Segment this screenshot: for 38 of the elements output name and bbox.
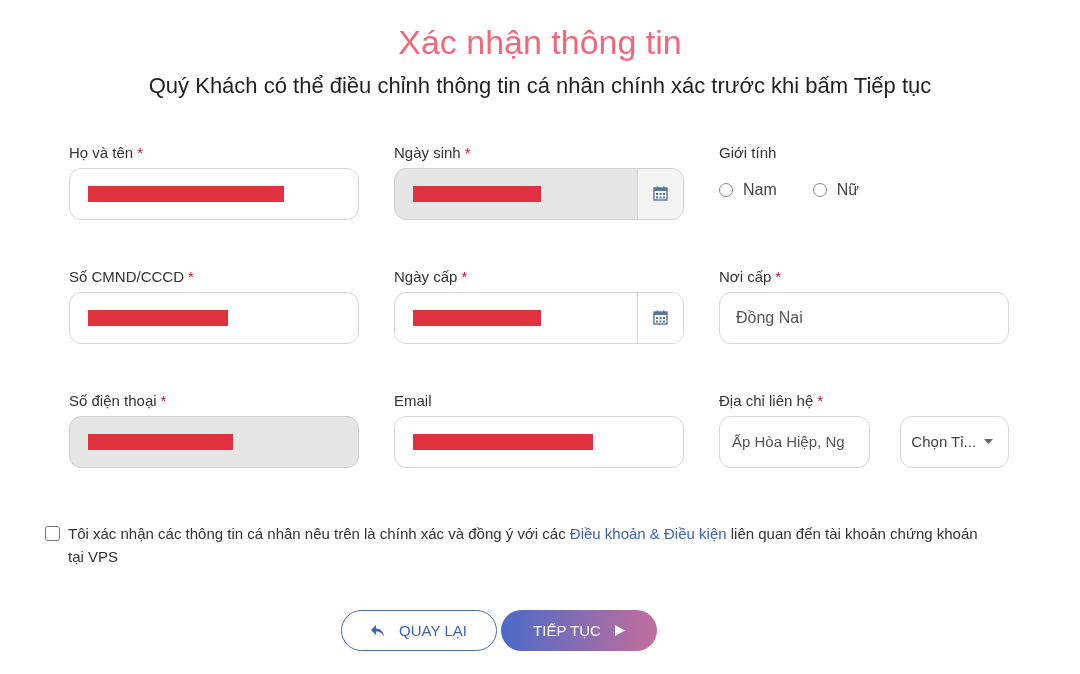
field-label: Nơi cấp (719, 266, 772, 284)
calendar-icon (653, 186, 668, 202)
field-label: Ngày sinh (394, 142, 461, 160)
input-field[interactable]: Ấp Hòa Hiệp, Ng (719, 415, 871, 468)
required-mark: * (160, 390, 167, 408)
required-mark: * (817, 390, 824, 408)
field-label: Số CMND/CCCD (69, 266, 184, 284)
next-button[interactable]: TIẾP TỤC (501, 610, 657, 652)
calendar-icon (653, 310, 668, 326)
required-mark: * (464, 142, 471, 160)
radio-option[interactable]: Nữ (812, 177, 860, 202)
back-button[interactable]: QUAY LẠI (341, 610, 497, 652)
input-field[interactable]: Đồng Nai (719, 291, 1009, 344)
field-label: Họ và tên (69, 142, 134, 160)
required-mark: * (775, 266, 782, 284)
page-title: Xác nhận thông tin (397, 22, 683, 63)
terms-link[interactable]: Điều khoản & Điều kiện (569, 524, 727, 542)
field-label: Địa chỉ liên hệ (719, 390, 814, 408)
checkbox[interactable] (45, 525, 60, 541)
input-field[interactable] (69, 167, 359, 220)
reply-arrow-icon (371, 624, 386, 637)
consent-text: Tôi xác nhận các thông tin cá nhân nêu trên là chính xác và đồng ý với các Điều khoản & Điều kiện liên quan đến tài khoản chứng khoán tại VPS (68, 523, 979, 568)
input-field[interactable] (69, 291, 359, 344)
input-field[interactable] (394, 415, 684, 468)
province-select[interactable]: Chọn Tỉ... (900, 415, 1009, 468)
field-label: Giới tính (719, 142, 777, 160)
play-icon (614, 625, 625, 637)
calendar-button[interactable] (637, 292, 683, 343)
required-mark: * (137, 142, 144, 160)
required-mark: * (461, 266, 468, 284)
radio-option[interactable]: Nam (719, 177, 777, 202)
field-label: Email (394, 390, 432, 408)
required-mark: * (188, 266, 194, 284)
field-label: Số điện thoại (69, 390, 157, 408)
input-field[interactable] (394, 291, 684, 344)
field-label: Ngày cấp (394, 266, 458, 284)
caret-icon (984, 439, 994, 445)
page-subtitle: Quý Khách có thể điều chỉnh thông tin cá nhân chính xác trước khi bấm Tiếp tục (147, 71, 933, 100)
